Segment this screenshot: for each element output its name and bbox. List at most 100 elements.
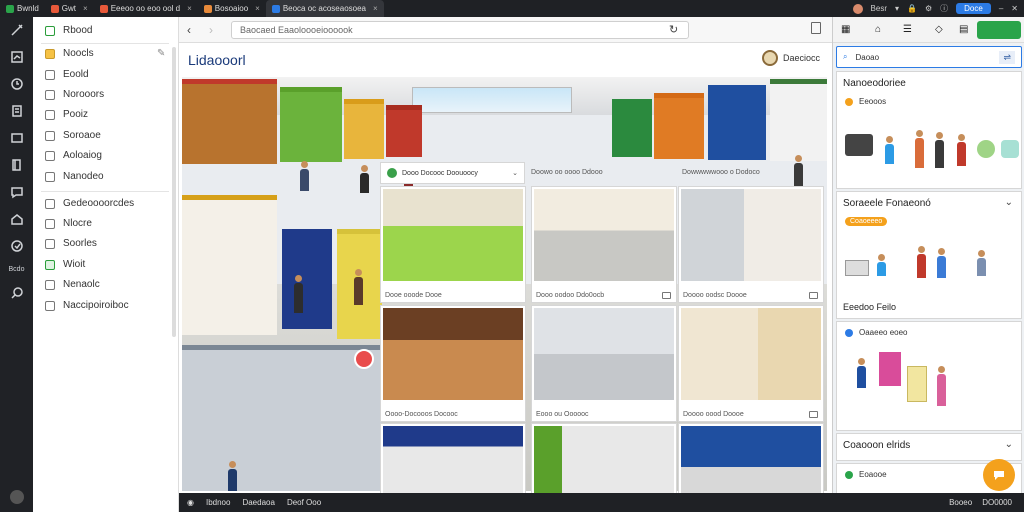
window-icon[interactable] (10, 131, 24, 145)
card[interactable] (531, 423, 677, 494)
checkbox[interactable] (45, 130, 55, 141)
sidebar-item-6[interactable]: Aoloaiog (45, 150, 102, 161)
forward-icon[interactable]: › (209, 23, 213, 37)
image-icon[interactable] (662, 292, 671, 299)
checkbox[interactable] (45, 300, 55, 311)
edit-icon[interactable]: ✎ (157, 48, 165, 59)
sidebar-item-4[interactable]: Pooiz (45, 109, 88, 120)
tag-icon[interactable]: ⌂ (875, 24, 887, 36)
grid-icon[interactable]: ▤ (959, 24, 971, 36)
card[interactable] (678, 423, 824, 494)
gear-icon[interactable]: ⚙ (925, 4, 932, 13)
checkbox[interactable] (45, 238, 55, 249)
url-text: Baocaed Eaaoloooeioooook (240, 25, 353, 35)
sidebar-item-1[interactable]: Noocls ✎ (45, 48, 165, 59)
checkbox[interactable] (45, 279, 55, 290)
checkbox[interactable] (45, 69, 55, 80)
image-icon[interactable] (809, 292, 818, 299)
lock-icon[interactable]: 🔒 (907, 4, 917, 13)
list-icon[interactable]: ☰ (903, 24, 915, 36)
sidebar-item-11[interactable]: Wioit (45, 259, 85, 270)
chevron-down-icon[interactable]: ▾ (895, 4, 899, 13)
check-icon[interactable] (10, 239, 24, 253)
settings-icon[interactable] (9, 490, 24, 504)
checkbox[interactable] (45, 218, 55, 229)
sidebar-item-5[interactable]: Soroaoe (45, 130, 101, 141)
search-input[interactable]: Daoao (855, 53, 879, 62)
search-icon[interactable] (10, 286, 24, 300)
tab-2[interactable]: Eeeoo oo eoo ool d × (94, 1, 198, 16)
checkbox[interactable] (45, 89, 55, 100)
notes-icon[interactable] (10, 104, 24, 118)
storefront (612, 99, 652, 157)
checkbox-checked[interactable] (45, 259, 55, 270)
panel-action-button[interactable] (977, 21, 1021, 39)
user-menu[interactable]: Daeciocc (761, 50, 820, 66)
panel-icon[interactable]: ▦ (841, 24, 853, 36)
folder-sidebar: Rbood Noocls ✎ Eoold Norooors Pooiz Soroa… (33, 17, 179, 512)
close-icon[interactable]: × (373, 4, 378, 13)
sidebar-scrollbar[interactable] (172, 47, 176, 337)
sidebar-item-8[interactable]: Gedeoooorcdes (45, 198, 134, 209)
sidebar-item-10[interactable]: Soorles (45, 238, 97, 249)
sidebar-item-2[interactable]: Eoold (45, 69, 89, 80)
bullet-icon (845, 328, 853, 337)
back-icon[interactable]: ‹ (187, 23, 191, 37)
checkbox[interactable] (45, 150, 55, 161)
card[interactable]: Dooe ooode Dooe (380, 186, 526, 303)
bookmark-icon[interactable] (811, 22, 821, 34)
checkbox[interactable] (45, 198, 55, 209)
tab-4[interactable]: Beoca oc acoseaosoea × (265, 0, 384, 17)
tab-label: Bwnld (17, 4, 39, 13)
checkbox[interactable] (45, 171, 55, 182)
tag-icon[interactable]: ◇ (935, 24, 947, 36)
info-icon[interactable]: ⓘ (940, 3, 948, 14)
sidebar-item-0[interactable]: Rbood (45, 25, 92, 36)
chat-fab-button[interactable] (983, 459, 1015, 491)
tab-3[interactable]: Bosoaioo × (198, 1, 266, 16)
card[interactable]: Dooo oodoo Ddo0ocb (531, 186, 677, 303)
home-icon[interactable] (10, 212, 24, 226)
top-action-button[interactable]: Doce (956, 3, 991, 14)
url-input[interactable]: Baocaed Eaaoloooeioooook (231, 21, 689, 39)
sidebar-item-13[interactable]: Naccipoiroiboc (45, 300, 129, 311)
filter-icon[interactable]: ⇌ (999, 50, 1015, 64)
checkbox[interactable] (45, 109, 55, 120)
window-close-icon[interactable]: ✕ (1011, 4, 1018, 13)
close-icon[interactable]: × (255, 4, 260, 13)
device-image (845, 260, 869, 276)
reload-icon[interactable]: ↻ (669, 23, 678, 36)
status-bar: ◉ Ibdnoo Daedaoa Deof Ooo Booeo DO0000 (179, 493, 1024, 512)
chevron-down-icon[interactable]: ⌄ (1005, 197, 1013, 208)
image-icon[interactable] (809, 411, 818, 418)
card[interactable]: Oooo-Docooos Docooc (380, 305, 526, 422)
storefront (386, 105, 422, 157)
sidebar-item-3[interactable]: Norooors (45, 89, 104, 100)
chart-icon[interactable] (10, 50, 24, 64)
card[interactable]: Doooo oodsc Doooe (678, 186, 824, 303)
card[interactable]: Doooo oood Doooe (678, 305, 824, 422)
category-dropdown[interactable]: Dooo Docooc Doouoocy ⌄ (380, 162, 525, 184)
chat-icon[interactable] (10, 185, 24, 199)
profile-icon[interactable] (852, 3, 863, 14)
card[interactable] (380, 423, 526, 494)
card[interactable]: Eooo ou Oooooc (531, 305, 677, 422)
clock-icon[interactable] (10, 77, 24, 91)
sidebar-item-9[interactable]: Nlocre (45, 218, 92, 229)
sidebar-item-7[interactable]: Nanodeo (45, 171, 104, 182)
panel-section[interactable]: Coaooon elrids ⌄ (836, 433, 1022, 461)
close-icon[interactable]: × (187, 4, 192, 13)
tools-icon[interactable] (10, 23, 24, 37)
minimize-icon[interactable]: – (999, 4, 1003, 13)
tab-1[interactable]: Gwt × (45, 1, 94, 16)
card-caption: Dooe ooode Dooe (385, 292, 442, 299)
sidebar-item-12[interactable]: Nenaolc (45, 279, 100, 290)
profile-label[interactable]: Besr (871, 4, 887, 13)
checkbox[interactable] (45, 25, 55, 36)
tab-0[interactable]: Bwnld (0, 1, 45, 16)
panel-search[interactable]: ⌕ Daoao ⇌ (836, 46, 1022, 68)
book-icon[interactable] (10, 158, 24, 172)
close-icon[interactable]: × (83, 4, 88, 13)
chevron-down-icon[interactable]: ⌄ (1005, 439, 1013, 450)
location-pin-icon[interactable] (354, 349, 374, 369)
